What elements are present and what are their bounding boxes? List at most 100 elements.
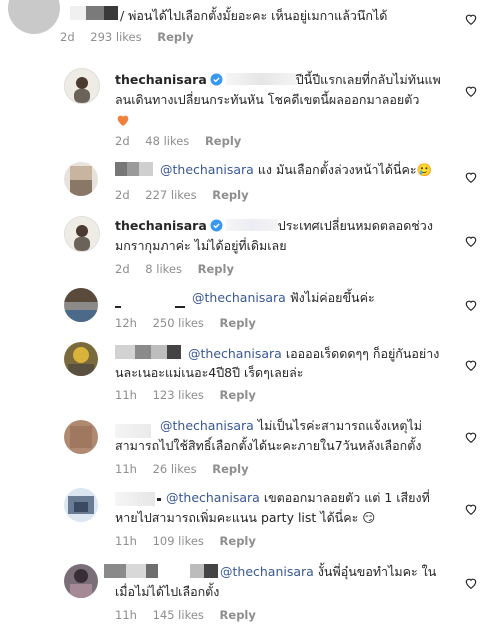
blurred-username: [104, 564, 220, 578]
avatar[interactable]: [64, 288, 98, 322]
reply-button[interactable]: Reply: [220, 388, 256, 402]
avatar[interactable]: [64, 342, 98, 376]
comment-meta: 11h 26 likes Reply: [115, 462, 261, 476]
verified-badge-icon: [210, 73, 223, 86]
avatar-image: [64, 288, 98, 322]
comment-time: 2d: [115, 188, 130, 202]
comment-text: ปีนี้ปีแรกเลยที่กลับไม่ทันแพ: [295, 72, 441, 87]
blurred-username: [115, 345, 183, 359]
comment-text: / พ่อนได้ไปเลือกตั้งมั้ยอะคะ เห็นอยู่เมก…: [120, 8, 388, 23]
comment-likes[interactable]: 109 likes: [153, 534, 204, 548]
reply-button[interactable]: Reply: [157, 30, 193, 44]
avatar-image: [64, 420, 98, 454]
heart-icon[interactable]: [464, 84, 478, 98]
comment-likes[interactable]: 48 likes: [145, 134, 189, 148]
comment-text-line-1: @thechanisara เขตออกมาลอยตัว แต่ 1 เสียง…: [166, 488, 430, 507]
comment-likes[interactable]: 250 likes: [153, 316, 204, 330]
comment-meta: 12h 250 likes Reply: [115, 316, 268, 330]
comment-text: งั้นพี่อุ๋นขอทำไมคะ ใน: [317, 564, 437, 579]
reply-button[interactable]: Reply: [220, 534, 256, 548]
avatar-image: [65, 69, 99, 103]
comment-likes[interactable]: 227 likes: [145, 188, 196, 202]
comment-meta: 11h 109 likes Reply: [115, 534, 268, 548]
heart-icon[interactable]: [464, 358, 478, 372]
comment-text: ไม่เป็นไรค่ะสามารถแจ้งเหตุไม่: [257, 418, 423, 433]
avatar[interactable]: [64, 162, 98, 196]
mention-link[interactable]: @thechanisara: [160, 162, 254, 177]
comment-text: เขตออกมาลอยตัว แต่ 1 เสียงที่: [263, 490, 430, 505]
avatar-image: [64, 488, 98, 522]
comment-likes[interactable]: 26 likes: [153, 462, 197, 476]
reply-button[interactable]: Reply: [220, 316, 256, 330]
comment-8: @thechanisara งั้นพี่อุ๋นขอทำไมคะ ใน เมื…: [0, 558, 488, 632]
reply-button[interactable]: Reply: [212, 462, 248, 476]
comment-text-line-1: @thechanisara แง มันเลือกตั้งล่วงหน้าได้…: [160, 160, 432, 179]
comment-text-line-2: หายไปสามารถเพิ่มคะแนน party list ได้นี่ค…: [115, 510, 376, 525]
heart-icon[interactable]: [464, 298, 478, 312]
comment-0: / พ่อนได้ไปเลือกตั้งมั้ยอะคะ เห็นอยู่เมก…: [0, 0, 488, 50]
mention-link[interactable]: @thechanisara: [166, 490, 260, 505]
avatar-image: [65, 217, 99, 251]
mention-link[interactable]: @thechanisara: [220, 564, 314, 579]
blurred-text: [225, 73, 296, 85]
avatar[interactable]: [8, 0, 60, 34]
comment-time: 11h: [115, 462, 137, 476]
comment-likes[interactable]: 123 likes: [153, 388, 204, 402]
comment-text-line-1: thechanisara ปีนี้ปีแรกเลยที่กลับไม่ทันแพ: [115, 70, 441, 89]
avatar[interactable]: [64, 564, 98, 598]
comment-username[interactable]: thechanisara: [115, 72, 207, 87]
blurred-username: [115, 162, 155, 176]
comment-time: 12h: [115, 316, 137, 330]
comment-text-line-1: @thechanisara ฟังไม่ค่อยขึ้นค่ะ: [192, 288, 375, 307]
comment-text-line-1: @thechanisara เออออเร็ดดดๆๆ ก็อยู่กันอย่…: [188, 344, 439, 363]
comment-4: @thechanisara ฟังไม่ค่อยขึ้นค่ะ 12h 250 …: [0, 284, 488, 336]
mention-link[interactable]: @thechanisara: [188, 346, 282, 361]
comment-username[interactable]: thechanisara: [115, 218, 207, 233]
blurred-username: [115, 492, 163, 506]
comment-5: @thechanisara เออออเร็ดดดๆๆ ก็อยู่กันอย่…: [0, 340, 488, 408]
heart-icon[interactable]: [464, 170, 478, 184]
comment-text-line-2: มกรากุมภาค่ะ ไม่ได้อยู่ที่เดิมเลย: [115, 238, 287, 253]
comment-text-line-2: นละเนอะแม่เนอะ4ปี8ปี เร็ดๆเลยล่ะ: [115, 365, 304, 380]
avatar-image: [64, 162, 98, 196]
mention-link[interactable]: @thechanisara: [192, 290, 286, 305]
comment-text-line-2: ลนเดินทางเปลี่ยนกระทันหัน โชคดีเขตนี้ผลอ…: [115, 92, 420, 107]
reply-button[interactable]: Reply: [220, 608, 256, 622]
comment-text-line-2: เมื่อไม่ได้ไปเลือกตั้ง: [115, 584, 220, 599]
comment-likes[interactable]: 145 likes: [153, 608, 204, 622]
comment-text-line-1: @thechanisara ไม่เป็นไรค่ะสามารถแจ้งเหตุ…: [160, 416, 422, 435]
heart-icon[interactable]: [464, 430, 478, 444]
comment-1: thechanisara ปีนี้ปีแรกเลยที่กลับไม่ทันแพ…: [0, 62, 488, 152]
reply-button[interactable]: Reply: [212, 188, 248, 202]
comment-meta: 2d 227 likes Reply: [115, 188, 261, 202]
reply-button[interactable]: Reply: [205, 134, 241, 148]
comment-time: 2d: [60, 30, 75, 44]
heart-icon[interactable]: [464, 234, 478, 248]
avatar[interactable]: [64, 216, 100, 252]
comment-text-line-2: สามารถไปใช้สิทธิ์เลือกตั้งได้นะคะภายใน7ว…: [115, 438, 422, 453]
heart-icon[interactable]: [464, 502, 478, 516]
heart-icon[interactable]: [464, 12, 478, 26]
comment-text: ประเทศเปลี่ยนหมดตลอดช่วง: [277, 218, 433, 233]
avatar[interactable]: [64, 488, 98, 522]
avatar[interactable]: [64, 420, 98, 454]
avatar[interactable]: [64, 68, 100, 104]
comment-time: 11h: [115, 608, 137, 622]
orange-heart-icon: [117, 115, 129, 126]
comment-likes[interactable]: 293 likes: [90, 30, 141, 44]
comment-time: 2d: [115, 134, 130, 148]
comment-likes[interactable]: 8 likes: [145, 262, 182, 276]
comment-6: @thechanisara ไม่เป็นไรค่ะสามารถแจ้งเหตุ…: [0, 412, 488, 480]
comment-meta: 2d 293 likes Reply: [60, 30, 206, 44]
comment-meta: 11h 145 likes Reply: [115, 608, 268, 622]
comment-time: 2d: [115, 262, 130, 276]
comment-text: เออออเร็ดดดๆๆ ก็อยู่กันอย่าง: [285, 346, 440, 361]
reply-button[interactable]: Reply: [198, 262, 234, 276]
mention-link[interactable]: @thechanisara: [160, 418, 254, 433]
heart-icon[interactable]: [464, 576, 478, 590]
avatar-image: [64, 342, 98, 376]
comment-time: 11h: [115, 534, 137, 548]
comment-time: 11h: [115, 388, 137, 402]
blurred-username: [70, 6, 120, 20]
comment-7: @thechanisara เขตออกมาลอยตัว แต่ 1 เสียง…: [0, 484, 488, 552]
